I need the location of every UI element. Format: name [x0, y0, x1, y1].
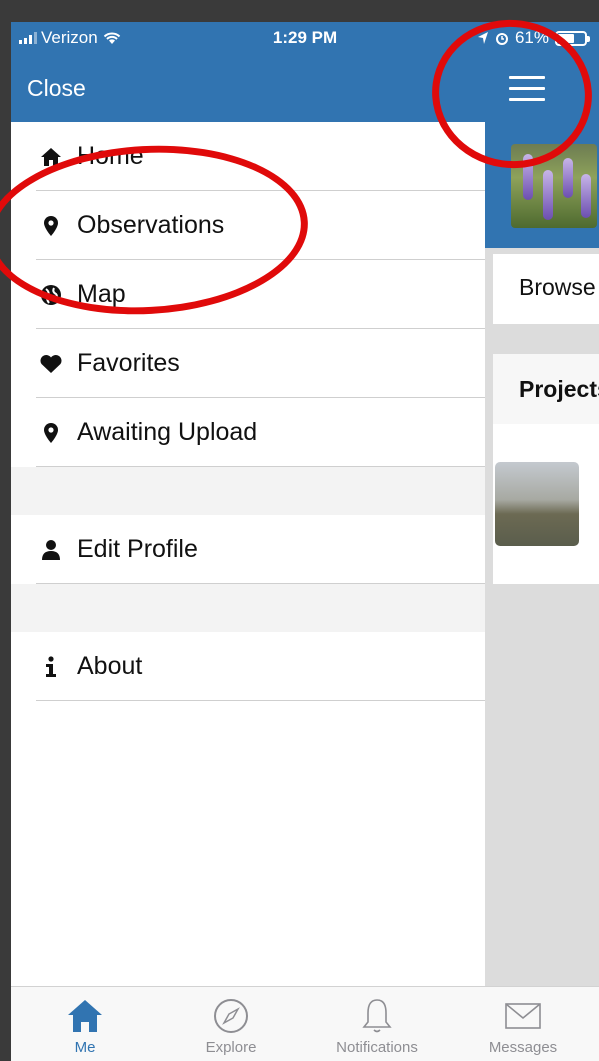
tab-messages[interactable]: Messages [453, 997, 593, 1056]
tab-label: Notifications [336, 1039, 418, 1056]
phone-screen: Verizon 1:29 PM 61% Close Home Observati… [11, 22, 599, 1061]
projects-title: Projects [493, 354, 599, 424]
tab-label: Messages [488, 1039, 558, 1056]
close-button[interactable]: Close [27, 75, 86, 101]
main-page: Browse Projects [485, 54, 599, 986]
tab-label: Explore [205, 1039, 257, 1056]
menu-item-about[interactable]: About [11, 632, 485, 701]
lupine-photo [511, 144, 597, 228]
map-pin-icon [39, 421, 63, 445]
envelope-icon [453, 997, 593, 1035]
globe-icon [39, 283, 63, 307]
menu-item-favorites[interactable]: Favorites [11, 329, 485, 398]
browse-label: Browse [519, 274, 596, 300]
menu-divider [11, 584, 485, 632]
location-arrow-icon [477, 32, 488, 44]
menu-item-label: Awaiting Upload [77, 418, 258, 446]
tab-me[interactable]: Me [15, 997, 155, 1056]
status-bar: Verizon 1:29 PM 61% [11, 22, 599, 54]
user-icon [39, 538, 63, 562]
status-right: 61% [477, 28, 590, 48]
project-thumbnail[interactable] [495, 462, 579, 546]
menu-item-label: Home [77, 142, 144, 170]
drawer-main-menu: Home Observations Map Favorites Awaiting… [11, 122, 485, 467]
browse-card[interactable]: Browse [493, 254, 599, 324]
heart-icon [39, 352, 63, 376]
main-header [485, 54, 599, 122]
battery-percent: 61% [514, 28, 549, 47]
drawer-profile-menu: Edit Profile [11, 515, 485, 584]
info-icon [39, 655, 63, 679]
hamburger-menu-icon[interactable] [509, 76, 545, 102]
tab-explore[interactable]: Explore [161, 997, 301, 1056]
home-icon [15, 997, 155, 1035]
side-drawer: Close Home Observations Map Favorites Aw… [11, 54, 485, 986]
menu-item-edit-profile[interactable]: Edit Profile [11, 515, 485, 584]
tab-notifications[interactable]: Notifications [307, 997, 447, 1056]
tab-label: Me [74, 1039, 96, 1056]
menu-item-label: Edit Profile [77, 535, 198, 563]
menu-item-label: Observations [77, 211, 225, 239]
menu-divider [11, 467, 485, 515]
menu-item-map[interactable]: Map [11, 260, 485, 329]
menu-item-home[interactable]: Home [11, 122, 485, 191]
compass-icon [161, 997, 301, 1035]
drawer-about-menu: About [11, 632, 485, 701]
menu-item-awaiting-upload[interactable]: Awaiting Upload [11, 398, 485, 467]
alarm-icon [495, 33, 508, 45]
menu-item-label: Map [77, 280, 126, 308]
menu-item-label: Favorites [77, 349, 180, 377]
map-pin-icon [39, 214, 63, 238]
projects-card: Projects [493, 354, 599, 584]
home-icon [39, 145, 63, 169]
profile-banner [485, 122, 599, 248]
menu-item-label: About [77, 652, 143, 680]
tab-bar: Me Explore Notifications Messages [11, 986, 599, 1061]
drawer-header: Close [11, 54, 485, 122]
menu-item-observations[interactable]: Observations [11, 191, 485, 260]
bell-icon [307, 997, 447, 1035]
battery-icon [555, 30, 590, 46]
